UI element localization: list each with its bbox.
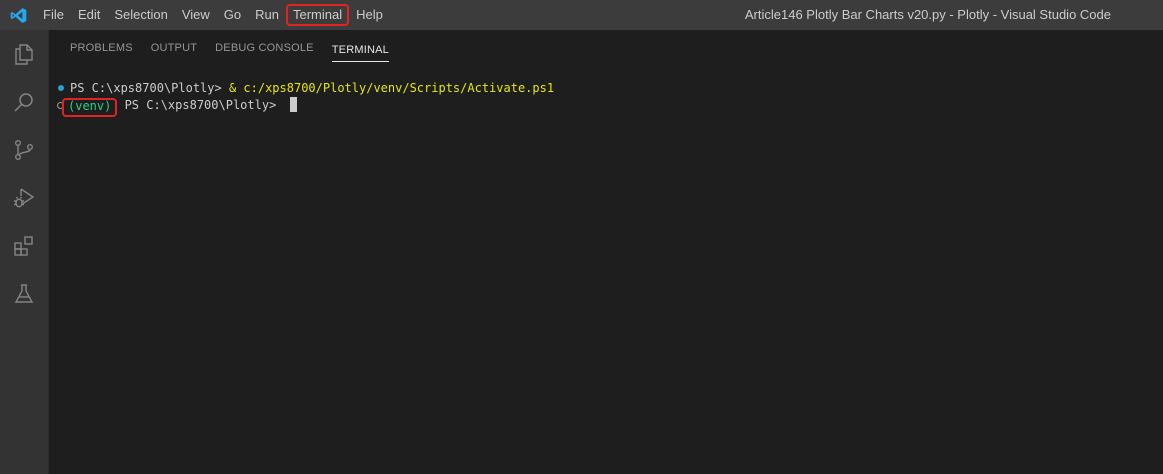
tab-terminal[interactable]: TERMINAL	[331, 32, 389, 62]
title-bar: File Edit Selection View Go Run Terminal…	[0, 0, 1163, 30]
panel-tabs: PROBLEMS OUTPUT DEBUG CONSOLE TERMINAL	[61, 30, 398, 64]
terminal-line: (venv) PS C:\xps8700\Plotly>	[49, 97, 1163, 117]
menu-terminal[interactable]: Terminal	[286, 4, 350, 26]
activity-bar	[0, 30, 48, 474]
terminal-output[interactable]: PS C:\xps8700\Plotly> & c:/xps8700/Plotl…	[49, 80, 1163, 117]
tab-output[interactable]: OUTPUT	[151, 30, 197, 64]
tab-debug-console[interactable]: DEBUG CONSOLE	[215, 30, 314, 64]
vscode-window: File Edit Selection View Go Run Terminal…	[0, 0, 1163, 474]
vscode-logo-icon[interactable]	[0, 0, 36, 30]
venv-indicator: (venv)	[62, 98, 118, 117]
window-title: Article146 Plotly Bar Charts v20.py - Pl…	[744, 7, 1111, 22]
menu-bar: File Edit Selection View Go Run Terminal…	[36, 0, 390, 30]
terminal-panel: PROBLEMS OUTPUT DEBUG CONSOLE TERMINAL P…	[48, 30, 1163, 474]
extensions-icon[interactable]	[0, 222, 48, 270]
command-success-decoration-icon[interactable]	[58, 85, 64, 91]
run-debug-icon[interactable]	[0, 174, 48, 222]
terminal-line: PS C:\xps8700\Plotly> & c:/xps8700/Plotl…	[49, 80, 1163, 97]
terminal-cursor	[289, 97, 297, 112]
menu-file[interactable]: File	[36, 4, 71, 26]
menu-selection[interactable]: Selection	[107, 4, 174, 26]
tab-problems[interactable]: PROBLEMS	[70, 30, 133, 64]
terminal-prompt: PS C:\xps8700\Plotly>	[117, 98, 284, 112]
terminal-command: & c:/xps8700/Plotly/venv/Scripts/Activat…	[228, 81, 555, 95]
menu-view[interactable]: View	[175, 4, 217, 26]
terminal-prompt: PS C:\xps8700\Plotly>	[70, 81, 229, 95]
menu-go[interactable]: Go	[217, 4, 248, 26]
search-icon[interactable]	[0, 78, 48, 126]
testing-icon[interactable]	[0, 270, 48, 318]
menu-run[interactable]: Run	[248, 4, 286, 26]
menu-help[interactable]: Help	[349, 4, 390, 26]
source-control-icon[interactable]	[0, 126, 48, 174]
menu-edit[interactable]: Edit	[71, 4, 107, 26]
explorer-icon[interactable]	[0, 30, 48, 78]
